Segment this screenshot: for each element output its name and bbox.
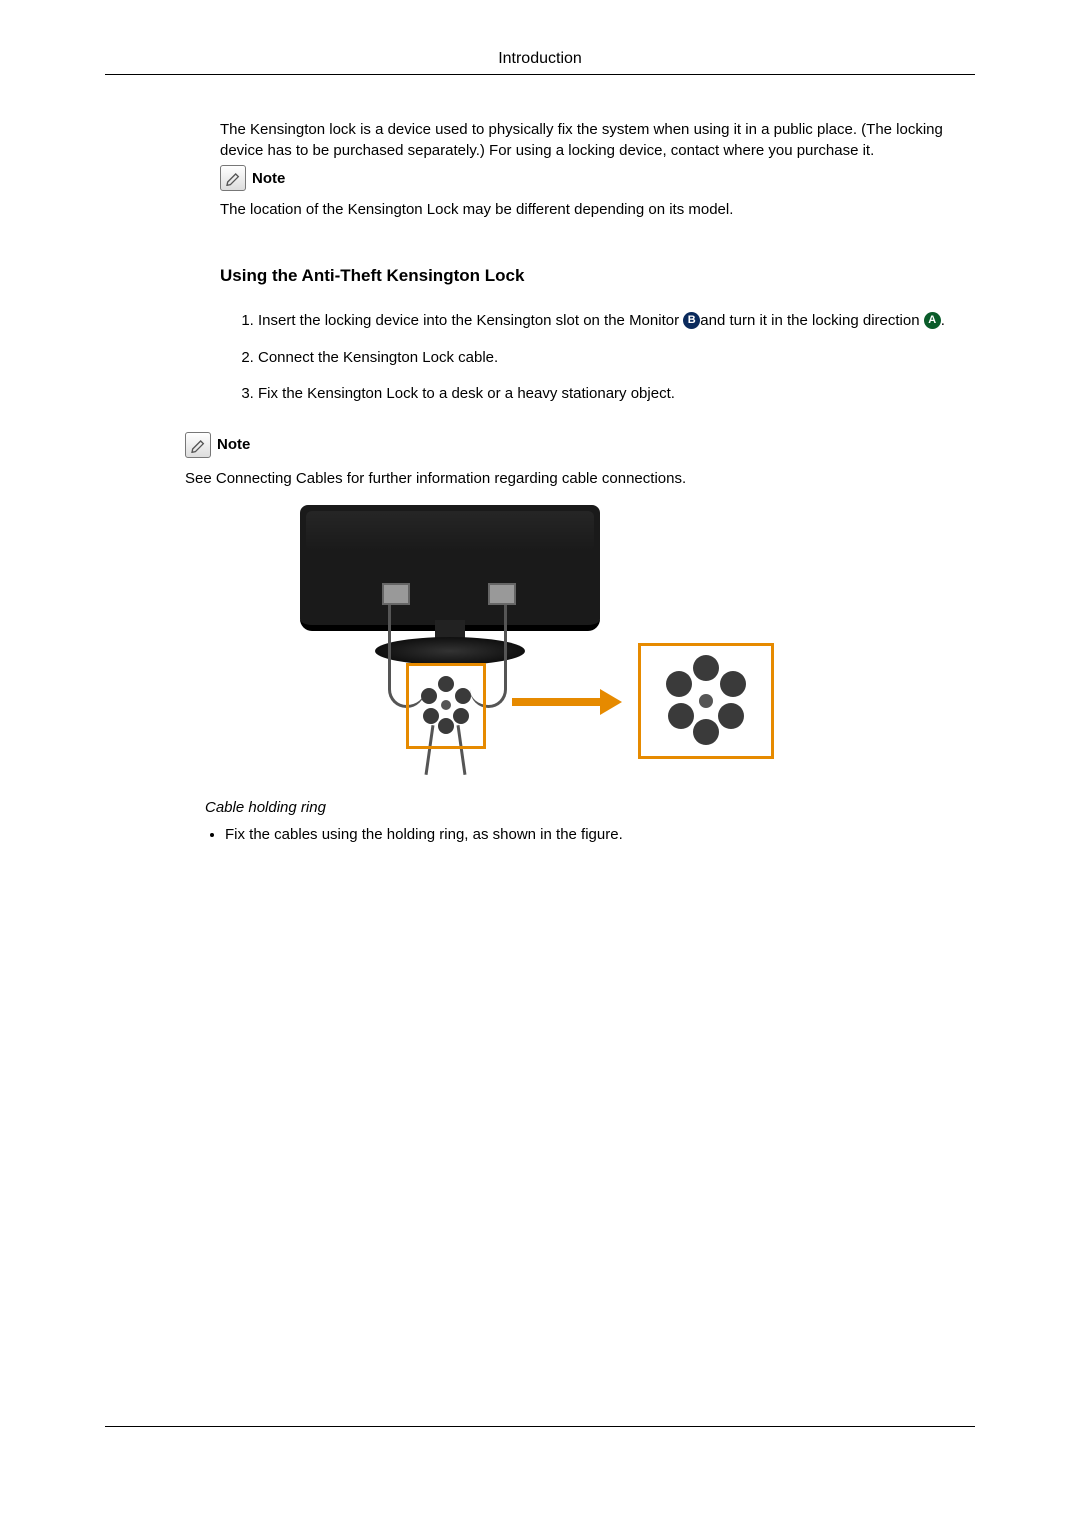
highlight-box-small bbox=[406, 663, 486, 749]
badge-b-icon: B bbox=[683, 312, 700, 329]
holding-ring-icon bbox=[421, 680, 471, 730]
step-2: Connect the Kensington Lock cable. bbox=[258, 347, 975, 370]
step1-text-b: and turn it in the locking direction bbox=[700, 312, 923, 329]
holding-ring-icon bbox=[666, 661, 746, 741]
port-icon bbox=[382, 583, 410, 605]
page: Introduction The Kensington lock is a de… bbox=[0, 0, 1080, 1527]
cable-ring-figure bbox=[290, 505, 790, 775]
steps-list: Insert the locking device into the Kensi… bbox=[220, 310, 975, 406]
step-1: Insert the locking device into the Kensi… bbox=[258, 310, 975, 333]
footer-divider bbox=[105, 1426, 975, 1427]
note1-text: The location of the Kensington Lock may … bbox=[220, 199, 975, 220]
bullet-list: Fix the cables using the holding ring, a… bbox=[205, 824, 975, 847]
step1-text-c: . bbox=[941, 312, 945, 329]
page-title: Introduction bbox=[105, 50, 975, 75]
note-label: Note bbox=[217, 436, 250, 453]
note2-text: See Connecting Cables for further inform… bbox=[185, 468, 975, 489]
badge-a-icon: A bbox=[924, 312, 941, 329]
note-icon bbox=[185, 432, 211, 458]
step-3: Fix the Kensington Lock to a desk or a h… bbox=[258, 383, 975, 406]
figure-wrap bbox=[105, 505, 975, 775]
note-row: Note bbox=[220, 165, 975, 191]
intro-block: The Kensington lock is a device used to … bbox=[220, 119, 975, 286]
note-icon bbox=[220, 165, 246, 191]
step1-text-a: Insert the locking device into the Kensi… bbox=[258, 312, 683, 329]
intro-paragraph: The Kensington lock is a device used to … bbox=[220, 119, 975, 161]
subheading: Using the Anti-Theft Kensington Lock bbox=[220, 266, 975, 286]
content-area: The Kensington lock is a device used to … bbox=[105, 75, 975, 846]
highlight-box-large bbox=[638, 643, 774, 759]
note-row-2: Note bbox=[185, 432, 975, 458]
arrow-icon bbox=[512, 691, 622, 713]
monitor-back bbox=[300, 505, 600, 631]
note-label: Note bbox=[252, 170, 285, 187]
note-block-2: Note bbox=[185, 432, 975, 458]
figure-caption: Cable holding ring bbox=[205, 799, 975, 816]
bullet-item: Fix the cables using the holding ring, a… bbox=[225, 824, 975, 847]
port-icon bbox=[488, 583, 516, 605]
